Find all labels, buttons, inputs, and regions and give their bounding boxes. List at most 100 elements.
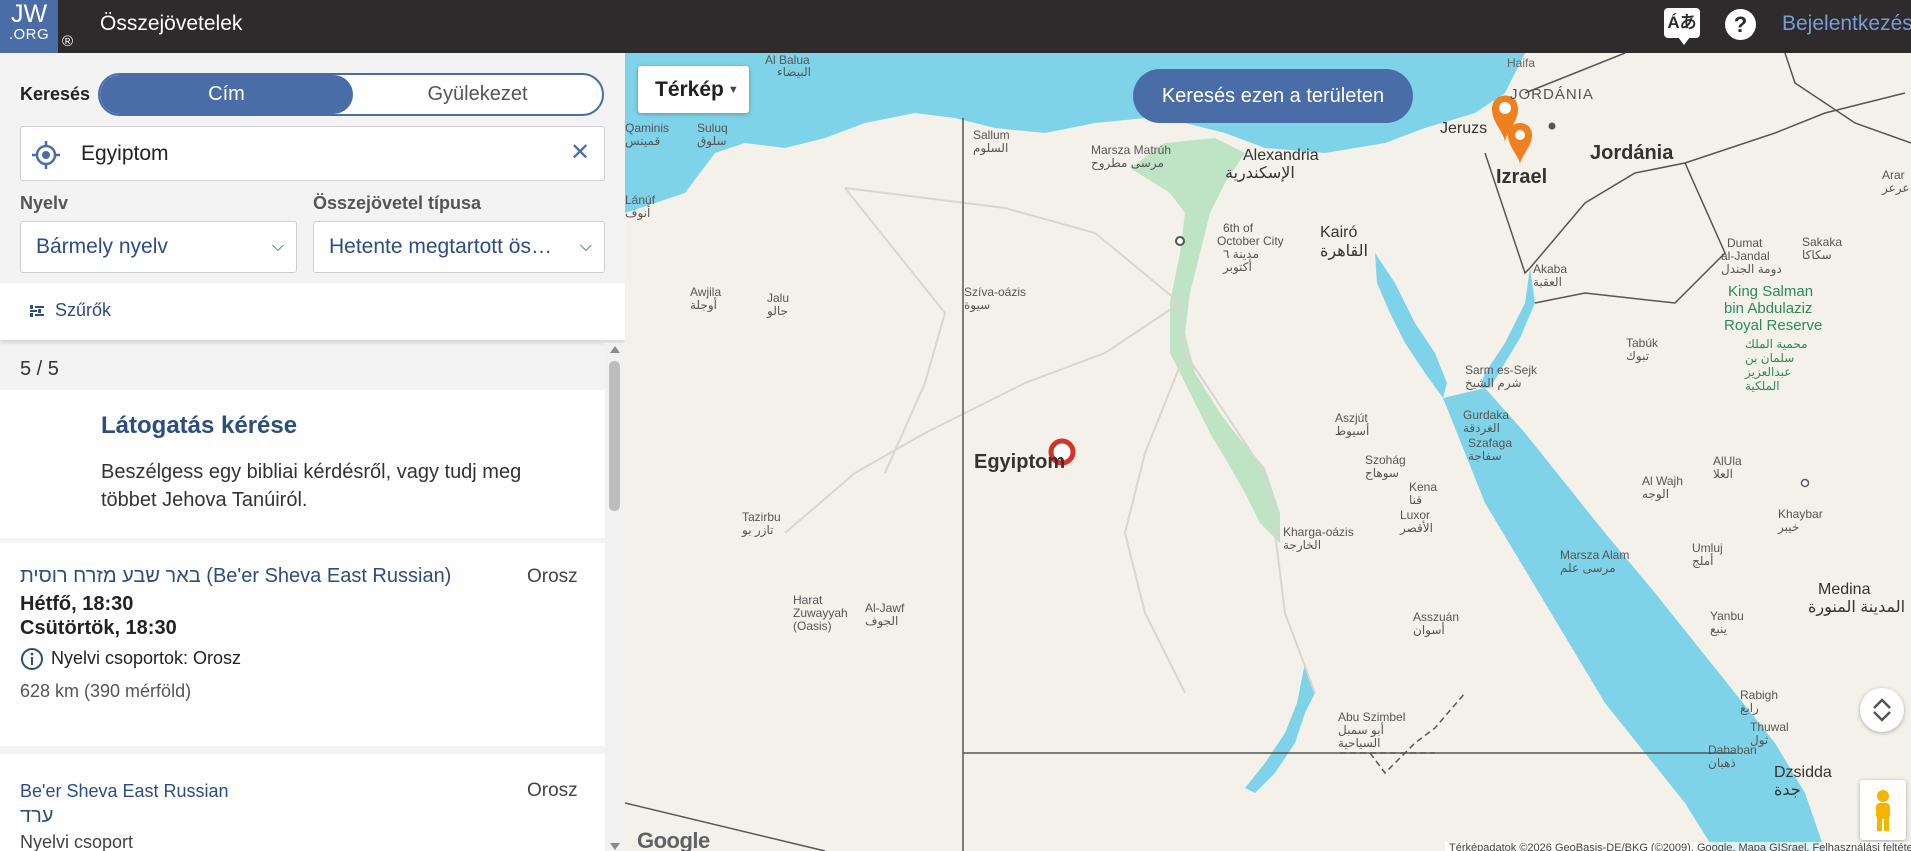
map-label-al-wajh: Al Wajh xyxy=(1642,474,1683,488)
map-label-al-balua-ar: البيضاء xyxy=(777,65,811,79)
request-visit-title[interactable]: Látogatás kérése xyxy=(101,412,297,440)
map-label-khaybar-ar: خيبر xyxy=(1778,520,1800,534)
search-this-area-button[interactable]: Keresés ezen a területen xyxy=(1133,69,1413,123)
map-label-jalu: Jalu xyxy=(767,291,790,305)
target-location-icon[interactable] xyxy=(31,140,61,170)
meeting-type-select-value: Hetente megtartott ös… xyxy=(329,235,552,258)
map-label-sharm-ar: شرم الشيخ xyxy=(1465,376,1522,390)
map-label-akaba: Akaba xyxy=(1533,262,1568,276)
pegman-icon xyxy=(1876,790,1890,831)
map-label-aswan: Asszuán xyxy=(1413,610,1460,624)
request-visit-card[interactable]: Látogatás kérése Beszélgess egy bibliai … xyxy=(0,390,605,538)
login-link[interactable]: Bejelentkezés xyxy=(1782,12,1911,36)
map-label-sakaka: Sakaka xyxy=(1802,235,1843,249)
map-label-abu-simbel-ar: السياحية xyxy=(1338,736,1381,750)
map-label-medina: Medina xyxy=(1818,581,1871,598)
map-label-thuwal: Thuwal xyxy=(1750,720,1789,734)
map-label-arar-ar: عرعر xyxy=(1882,181,1910,195)
map-label-marsa-matruh-ar: مرسى مطروح xyxy=(1091,156,1164,170)
meeting-time: Hétfő, 18:30 xyxy=(20,593,134,615)
map-label-asyut-ar: أسيوط xyxy=(1335,424,1370,438)
map-label-6th-october-ar: مدينة ٦ xyxy=(1223,247,1259,261)
map-label-alula-ar: العلا xyxy=(1713,467,1733,481)
scroll-up-arrow-icon[interactable] xyxy=(610,346,620,353)
map-label-dumat: al-Jandal xyxy=(1721,249,1770,263)
mode-congregation-button[interactable]: Gyülekezet xyxy=(353,75,602,114)
map-view[interactable]: Egyiptom Izrael Jordánia JORDÁNIA Jeruzs… xyxy=(625,53,1911,851)
map-label-jerusalem: Jeruzs xyxy=(1440,120,1488,137)
list-item[interactable]: באר שבע מזרח רוסית (Be'er Sheva East Rus… xyxy=(0,543,605,746)
map-label-awjila: Awjila xyxy=(690,285,722,299)
filters-button[interactable]: Szűrők xyxy=(0,283,625,340)
close-icon[interactable]: ✕ xyxy=(568,141,592,165)
map-label-sharm: Sarm es-Sejk xyxy=(1465,363,1538,377)
scroll-thumb[interactable] xyxy=(609,361,620,511)
language-group-note: Nyelvi csoportok: Orosz xyxy=(51,648,242,668)
map-label-alexandria-ar: الإسكندرية xyxy=(1225,165,1295,182)
street-view-pegman[interactable] xyxy=(1860,780,1906,840)
map-label-sallum-ar: السلوم xyxy=(973,141,1009,155)
help-icon[interactable]: ? xyxy=(1725,9,1756,40)
map-label-siwa-ar: سيوة xyxy=(964,298,991,312)
top-navigation-bar: JW .ORG ® Összejövetelek Áあ ? Bejelentke… xyxy=(0,0,1911,53)
map-label-egypt: Egyiptom xyxy=(974,451,1066,473)
map-label-qena: Kena xyxy=(1409,480,1438,494)
translate-icon[interactable]: Áあ xyxy=(1664,8,1700,45)
map-label-arar: Arar xyxy=(1882,168,1905,182)
results-scrollbar[interactable] xyxy=(605,343,625,851)
map-label-jalu-ar: جالو xyxy=(767,304,788,318)
map-attribution[interactable]: Térképadatok ©2026 GeoBasis-DE/BKG (©200… xyxy=(1445,842,1911,851)
fullscreen-button[interactable] xyxy=(1860,688,1904,732)
congregation-name-link[interactable]: באר שבע מזרח רוסית (Be'er Sheva East Rus… xyxy=(20,565,451,588)
map-label-suluq: Suluq xyxy=(697,121,728,135)
map-label-akaba-ar: العقبة xyxy=(1533,275,1562,289)
caret-down-icon: ▼ xyxy=(727,83,739,96)
map-label-harat-zuwayyah: Zuwayyah xyxy=(793,606,848,620)
congregation-subtitle: ערד xyxy=(20,805,54,827)
map-label-sallum: Sallum xyxy=(973,128,1010,142)
map-label-awjila-ar: أوجلة xyxy=(690,298,717,312)
map-label-israel: Izrael xyxy=(1496,166,1548,188)
map-label-haifa: Haifa xyxy=(1507,56,1536,70)
page-title: Összejövetelek xyxy=(100,12,243,35)
results-list: 5 / 5 Látogatás kérése Beszélgess egy bi… xyxy=(0,350,625,851)
map-label-yanbu-ar: ينبع xyxy=(1710,622,1727,636)
congregation-language: Orosz xyxy=(527,780,578,801)
congregation-name-link[interactable]: Be'er Sheva East Russian xyxy=(20,781,229,802)
map-label-kharga: Kharga-oázis xyxy=(1283,525,1354,539)
filter-sliders-icon xyxy=(30,305,44,317)
filters-label: Szűrők xyxy=(55,300,112,320)
logo-jw-text: JW xyxy=(10,0,48,28)
results-count: 5 / 5 xyxy=(20,358,59,380)
map-label-marsa-matruh: Marsza Matrúh xyxy=(1091,143,1172,157)
map-label-hurghada-ar: الغردقة xyxy=(1463,421,1500,435)
map-label-dahaban-ar: ذهبان xyxy=(1708,756,1736,770)
search-controls: Keresés Cím Gyülekezet ✕ Nyelv Összejöve… xyxy=(0,53,625,283)
map-label-abu-simbel: Abu Szimbel xyxy=(1338,710,1406,724)
scroll-down-arrow-icon[interactable] xyxy=(610,843,620,850)
search-panel: Keresés Cím Gyülekezet ✕ Nyelv Összejöve… xyxy=(0,53,625,851)
map-label-suluq-ar: سلوق xyxy=(697,134,727,148)
jw-org-logo[interactable]: JW .ORG xyxy=(0,0,58,53)
google-logo: Google xyxy=(637,828,710,851)
map-type-button[interactable]: Térkép ▼ xyxy=(638,66,749,113)
map-label-luxor: Luxor xyxy=(1400,508,1431,522)
map-label-tabuk-ar: تبوك xyxy=(1626,349,1650,363)
map-label-al-jawf-ar: الجوف xyxy=(865,614,899,628)
language-select[interactable]: Bármely nyelv ⌵ xyxy=(20,221,297,273)
meeting-type-select[interactable]: Hetente megtartott ös… ⌵ xyxy=(313,221,605,273)
map-label-cairo-ar: القاهرة xyxy=(1320,243,1368,260)
mode-address-button[interactable]: Cím xyxy=(100,75,353,114)
map-label-tabuk: Tabúk xyxy=(1626,336,1659,350)
list-item[interactable]: Be'er Sheva East Russian Orosz ערד Nyelv… xyxy=(0,754,605,851)
logo-org-text: .ORG xyxy=(8,26,50,43)
registered-mark: ® xyxy=(62,33,74,50)
map-label-qaminis: Qaminis xyxy=(625,121,670,135)
search-label: Keresés xyxy=(20,84,91,104)
search-input[interactable] xyxy=(81,127,551,180)
map-label-harat-zuwayyah: (Oasis) xyxy=(793,619,832,633)
map-label-kharga-ar: الخارجة xyxy=(1283,538,1322,552)
map-label-marsa-alam-ar: مرسى علم xyxy=(1560,561,1616,575)
map-label-asyut: Aszjút xyxy=(1335,411,1368,425)
map-label-sakaka-ar: سكاكا xyxy=(1802,248,1832,262)
